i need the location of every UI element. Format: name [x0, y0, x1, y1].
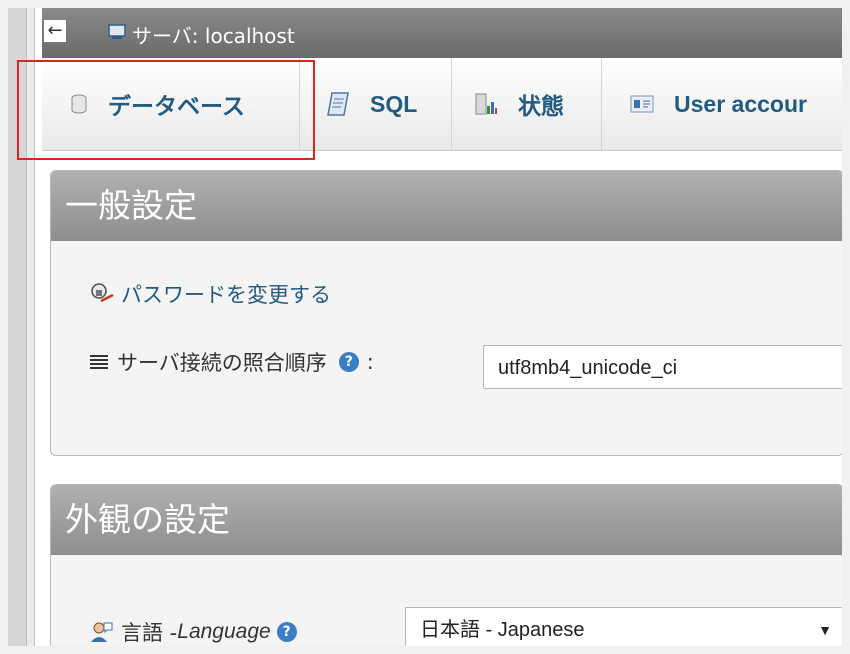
panel-title: 外観の設定	[51, 485, 842, 555]
tab-label: データベース	[108, 93, 245, 119]
collation-select[interactable]: utf8mb4_unicode_ci	[483, 345, 842, 389]
status-chart-icon	[475, 93, 497, 115]
server-breadcrumb-bar: ← サーバ: localhost	[42, 8, 842, 58]
user-accounts-icon	[630, 95, 654, 113]
general-settings-panel: 一般設定 パスワードを変更する サーバ接続の照合順序 ? : utf8mb4_u…	[50, 170, 842, 456]
tab-label: User accour	[674, 90, 807, 117]
tab-sql[interactable]: SQL	[300, 58, 452, 150]
collation-label: サーバ接続の照合順序	[117, 351, 327, 375]
language-label-en: Language	[177, 620, 271, 643]
language-value: 日本語 - Japanese	[420, 619, 585, 641]
tab-label: SQL	[370, 90, 418, 117]
chevron-down-icon: ▼	[818, 622, 832, 638]
left-arrow-icon[interactable]: ←	[44, 20, 66, 42]
tab-user-accounts[interactable]: User accour	[602, 58, 842, 150]
panel-title: 一般設定	[51, 171, 842, 241]
tab-databases[interactable]: データベース	[42, 58, 300, 150]
help-icon[interactable]: ?	[338, 352, 359, 372]
language-person-icon	[91, 622, 113, 642]
main-content: ← サーバ: localhost データベース SQL 状態 User acco…	[42, 8, 842, 646]
top-tab-bar: データベース SQL 状態 User accour	[42, 58, 842, 151]
app-frame: ← サーバ: localhost データベース SQL 状態 User acco…	[8, 8, 842, 646]
change-password-link[interactable]: パスワードを変更する	[121, 279, 331, 309]
database-icon	[71, 94, 87, 114]
help-icon[interactable]: ?	[276, 622, 297, 642]
collation-value: utf8mb4_unicode_ci	[498, 357, 678, 379]
language-label: 言語 -	[121, 621, 178, 645]
collation-row: サーバ接続の照合順序 ? :	[89, 347, 374, 377]
server-icon	[108, 24, 126, 39]
tab-label: 状態	[518, 93, 564, 119]
collation-colon: :	[366, 350, 374, 374]
list-icon	[90, 355, 108, 369]
navigation-panel-edge[interactable]	[8, 8, 35, 646]
appearance-settings-panel: 外観の設定 言語 - Language ? 日本語 - Japanese ▼	[50, 484, 842, 646]
language-select[interactable]: 日本語 - Japanese ▼	[405, 607, 842, 646]
tab-status[interactable]: 状態	[452, 58, 602, 150]
language-row: 言語 - Language ?	[89, 617, 297, 646]
key-lock-icon	[91, 283, 114, 303]
change-password-row: パスワードを変更する	[89, 279, 331, 309]
server-label[interactable]: サーバ: localhost	[132, 20, 295, 49]
sql-icon	[327, 92, 349, 116]
